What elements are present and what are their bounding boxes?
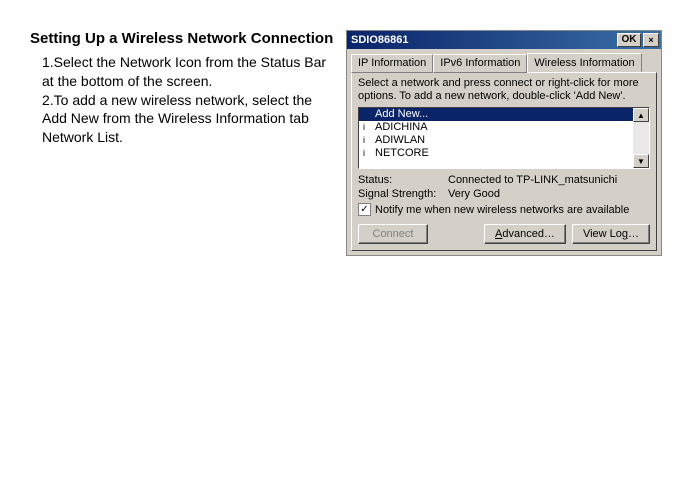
network-list-content: Add New... i ADICHINA i ADIWLAN i NETCOR… bbox=[359, 108, 633, 168]
view-log-pre: View Lo bbox=[583, 228, 622, 240]
network-item[interactable]: i ADICHINA bbox=[359, 121, 633, 134]
hint-text: Select a network and press connect or ri… bbox=[358, 77, 650, 103]
signal-icon: i bbox=[363, 121, 371, 134]
scroll-track[interactable] bbox=[633, 122, 649, 154]
network-settings-window: SDIO86861 OK × IP Information IPv6 Infor… bbox=[346, 30, 662, 256]
advanced-button[interactable]: Advanced… bbox=[484, 224, 566, 244]
window-title: SDIO86861 bbox=[351, 34, 615, 46]
network-name: NETCORE bbox=[375, 147, 429, 160]
status-value: Connected to TP-LINK_matsunichi bbox=[448, 173, 617, 187]
network-listbox[interactable]: Add New... i ADICHINA i ADIWLAN i NETCOR… bbox=[358, 107, 650, 169]
notify-label: Notify me when new wireless networks are… bbox=[375, 204, 629, 216]
tab-ip-information[interactable]: IP Information bbox=[351, 54, 433, 73]
instructions-heading: Setting Up a Wireless Network Connection bbox=[30, 30, 340, 49]
status-grid: Status: Connected to TP-LINK_matsunichi … bbox=[358, 173, 650, 201]
notify-checkbox[interactable]: ✓ bbox=[358, 203, 371, 216]
tab-ipv6-information[interactable]: IPv6 Information bbox=[433, 54, 527, 73]
network-item-add-new[interactable]: Add New... bbox=[359, 108, 633, 121]
button-row: Connect Advanced… View Log… bbox=[358, 224, 650, 244]
window-titlebar: SDIO86861 OK × bbox=[347, 31, 661, 49]
scroll-down-button[interactable]: ▼ bbox=[633, 154, 649, 168]
notify-row: ✓ Notify me when new wireless networks a… bbox=[358, 203, 650, 216]
view-log-button[interactable]: View Log… bbox=[572, 224, 650, 244]
scroll-up-button[interactable]: ▲ bbox=[633, 108, 649, 122]
network-name: ADICHINA bbox=[375, 121, 428, 134]
status-label: Status: bbox=[358, 173, 448, 187]
signal-strength-label: Signal Strength: bbox=[358, 187, 448, 201]
network-name: Add New... bbox=[375, 108, 428, 121]
network-item[interactable]: i ADIWLAN bbox=[359, 134, 633, 147]
instructions-step-1: 1.Select the Network Icon from the Statu… bbox=[42, 53, 340, 91]
tab-strip: IP Information IPv6 Information Wireless… bbox=[347, 49, 661, 72]
network-item[interactable]: i NETCORE bbox=[359, 147, 633, 160]
view-log-post: … bbox=[628, 228, 639, 240]
advanced-button-rest: dvanced… bbox=[502, 228, 555, 240]
instructions-step-2: 2.To add a new wireless network, select … bbox=[42, 91, 340, 148]
close-button[interactable]: × bbox=[643, 33, 659, 47]
instructions-block: Setting Up a Wireless Network Connection… bbox=[30, 30, 340, 256]
tab-wireless-information[interactable]: Wireless Information bbox=[527, 53, 641, 72]
signal-icon: i bbox=[363, 147, 371, 160]
list-scrollbar[interactable]: ▲ ▼ bbox=[633, 108, 649, 168]
connect-button[interactable]: Connect bbox=[358, 224, 428, 244]
signal-strength-value: Very Good bbox=[448, 187, 500, 201]
tab-body-wireless: Select a network and press connect or ri… bbox=[351, 72, 657, 251]
network-name: ADIWLAN bbox=[375, 134, 425, 147]
signal-icon: i bbox=[363, 134, 371, 147]
ok-button[interactable]: OK bbox=[617, 33, 641, 47]
